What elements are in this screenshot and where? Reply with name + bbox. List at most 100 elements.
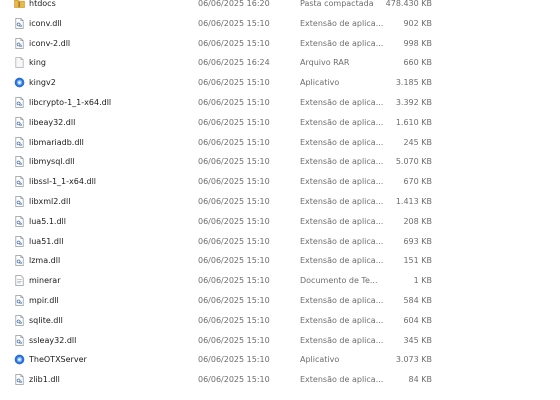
file-row[interactable]: ssleay32.dll 06/06/2025 15:10 Extensão d…: [0, 331, 560, 350]
file-row[interactable]: libssl-1_1-x64.dll 06/06/2025 15:10 Exte…: [0, 172, 560, 191]
file-row[interactable]: iconv-2.dll 06/06/2025 15:10 Extensão de…: [0, 34, 560, 53]
file-row[interactable]: libmariadb.dll 06/06/2025 15:10 Extensão…: [0, 133, 560, 152]
file-date-modified: 06/06/2025 15:10: [198, 117, 270, 127]
file-name: zlib1.dll: [29, 375, 60, 385]
file-name: libxml2.dll: [29, 197, 71, 206]
file-date-modified: 06/06/2025 15:10: [198, 18, 270, 28]
app-icon: [14, 354, 25, 365]
file-size: 345 KB: [403, 335, 432, 345]
file-name: TheOTXServer: [29, 355, 87, 365]
file-date-modified: 06/06/2025 15:10: [198, 78, 270, 88]
file-name: lua5.1.dll: [29, 216, 66, 226]
file-row[interactable]: sqlite.dll 06/06/2025 15:10 Extensão de …: [0, 311, 560, 330]
file-name: king: [29, 58, 47, 68]
dll-file-icon: [14, 37, 25, 49]
file-size: 1.413 KB: [395, 197, 432, 206]
dll-file-icon: [14, 136, 25, 148]
file-size: 3.392 KB: [395, 98, 432, 107]
file-date-modified: 06/06/2025 16:24: [198, 58, 270, 68]
file-date-modified: 06/06/2025 15:10: [198, 38, 270, 48]
file-size: 693 KB: [403, 236, 432, 246]
app-icon: [14, 77, 25, 88]
dll-file-icon: [14, 235, 25, 247]
file-date-modified: 06/06/2025 15:10: [198, 276, 270, 286]
file-name: libmysql.dll: [29, 157, 75, 167]
dll-file-icon: [14, 196, 25, 207]
dll-file-icon: [14, 97, 25, 108]
file-size: 478.430 KB: [385, 0, 432, 8]
file-name: htdocs: [29, 0, 56, 8]
file-date-modified: 06/06/2025 15:10: [198, 355, 270, 365]
dll-file-icon: [14, 17, 25, 29]
file-row[interactable]: king 06/06/2025 16:24 Arquivo RAR 660 KB: [0, 53, 560, 72]
file-size: 84 KB: [408, 375, 432, 385]
file-date-modified: 06/06/2025 15:10: [198, 216, 270, 226]
dll-file-icon: [14, 374, 25, 386]
file-date-modified: 06/06/2025 15:10: [198, 256, 270, 266]
file-row[interactable]: lzma.dll 06/06/2025 15:10 Extensão de ap…: [0, 251, 560, 270]
file-row[interactable]: htdocs 06/06/2025 16:20 Pasta compactada…: [0, 0, 560, 13]
file-name: iconv.dll: [29, 18, 62, 28]
dll-file-icon: [14, 215, 25, 227]
file-row[interactable]: lua51.dll 06/06/2025 15:10 Extensão de a…: [0, 232, 560, 251]
file-name: kingv2: [29, 78, 56, 88]
dll-file-icon: [14, 314, 25, 326]
file-size: 670 KB: [403, 177, 432, 187]
file-size: 208 KB: [403, 216, 432, 226]
dll-file-icon: [14, 116, 25, 128]
file-size: 3.073 KB: [395, 355, 432, 365]
dll-file-icon: [14, 176, 25, 188]
zip-folder-icon: [14, 0, 25, 9]
dll-file-icon: [14, 156, 25, 168]
file-row[interactable]: lua5.1.dll 06/06/2025 15:10 Extensão de …: [0, 212, 560, 231]
file-row[interactable]: minerar 06/06/2025 15:10 Documento de Te…: [0, 271, 560, 290]
file-name: ssleay32.dll: [29, 335, 77, 345]
file-name: mpir.dll: [29, 296, 59, 305]
file-date-modified: 06/06/2025 15:10: [198, 137, 270, 147]
file-size: 3.185 KB: [395, 78, 432, 88]
text-document-icon: [14, 275, 25, 287]
file-row[interactable]: iconv.dll 06/06/2025 15:10 Extensão de a…: [0, 14, 560, 33]
dll-file-icon: [14, 295, 25, 306]
file-date-modified: 06/06/2025 16:20: [198, 0, 270, 8]
file-row[interactable]: libcrypto-1_1-x64.dll 06/06/2025 15:10 E…: [0, 93, 560, 112]
file-row[interactable]: libxml2.dll 06/06/2025 15:10 Extensão de…: [0, 192, 560, 211]
dll-file-icon: [14, 255, 25, 267]
generic-file-icon: [14, 57, 25, 69]
file-name: lzma.dll: [29, 256, 61, 266]
file-date-modified: 06/06/2025 15:10: [198, 315, 270, 325]
file-name: minerar: [29, 276, 61, 286]
file-row[interactable]: libeay32.dll 06/06/2025 15:10 Extensão d…: [0, 113, 560, 132]
file-row[interactable]: TheOTXServer 06/06/2025 15:10 Aplicativo…: [0, 350, 560, 369]
file-date-modified: 06/06/2025 15:10: [198, 296, 270, 305]
file-name: lua51.dll: [29, 236, 64, 246]
file-size: 5.070 KB: [395, 157, 432, 167]
file-date-modified: 06/06/2025 15:10: [198, 335, 270, 345]
file-name: libcrypto-1_1-x64.dll: [29, 98, 112, 107]
file-list: htdocs 06/06/2025 16:20 Pasta compactada…: [0, 0, 560, 400]
file-size: 902 KB: [403, 18, 432, 28]
file-size: 1.610 KB: [395, 117, 432, 127]
file-date-modified: 06/06/2025 15:10: [198, 177, 270, 187]
file-size: 1 KB: [413, 276, 432, 286]
file-name: sqlite.dll: [29, 315, 63, 325]
file-date-modified: 06/06/2025 15:10: [198, 375, 270, 385]
file-name: libssl-1_1-x64.dll: [29, 177, 97, 187]
file-date-modified: 06/06/2025 15:10: [198, 157, 270, 167]
file-row[interactable]: libmysql.dll 06/06/2025 15:10 Extensão d…: [0, 152, 560, 171]
file-size: 245 KB: [403, 137, 432, 147]
file-name: libmariadb.dll: [29, 137, 84, 147]
dll-file-icon: [14, 334, 25, 346]
file-date-modified: 06/06/2025 15:10: [198, 98, 270, 107]
file-name: libeay32.dll: [29, 117, 76, 127]
file-date-modified: 06/06/2025 15:10: [198, 236, 270, 246]
file-size: 584 KB: [403, 296, 432, 305]
file-size: 604 KB: [403, 315, 432, 325]
file-row[interactable]: kingv2 06/06/2025 15:10 Aplicativo 3.185…: [0, 73, 560, 92]
file-size: 660 KB: [403, 58, 432, 68]
file-date-modified: 06/06/2025 15:10: [198, 197, 270, 206]
file-size: 998 KB: [403, 38, 432, 48]
file-size: 151 KB: [403, 256, 432, 266]
file-row[interactable]: mpir.dll 06/06/2025 15:10 Extensão de ap…: [0, 291, 560, 310]
file-row[interactable]: zlib1.dll 06/06/2025 15:10 Extensão de a…: [0, 370, 560, 389]
